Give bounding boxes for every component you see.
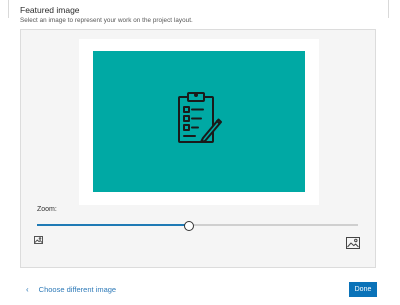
- done-button[interactable]: Done: [349, 282, 377, 297]
- image-large-icon[interactable]: [346, 237, 360, 249]
- dialog-border-right: [388, 0, 389, 18]
- choose-different-image-link[interactable]: ‹ Choose different image: [26, 285, 116, 294]
- section-title: Featured image: [20, 5, 80, 15]
- clipboard-icon: [178, 92, 222, 143]
- image-small-icon[interactable]: [34, 236, 43, 244]
- dialog-border-left: [8, 0, 9, 18]
- section-description: Select an image to represent your work o…: [20, 17, 193, 24]
- zoom-slider-fill: [37, 224, 188, 226]
- zoom-slider[interactable]: [37, 221, 358, 231]
- zoom-slider-thumb[interactable]: [183, 221, 194, 231]
- zoom-label: Zoom:: [37, 206, 57, 213]
- chevron-left-icon: ‹: [26, 285, 29, 294]
- choose-different-image-label: Choose different image: [38, 285, 117, 294]
